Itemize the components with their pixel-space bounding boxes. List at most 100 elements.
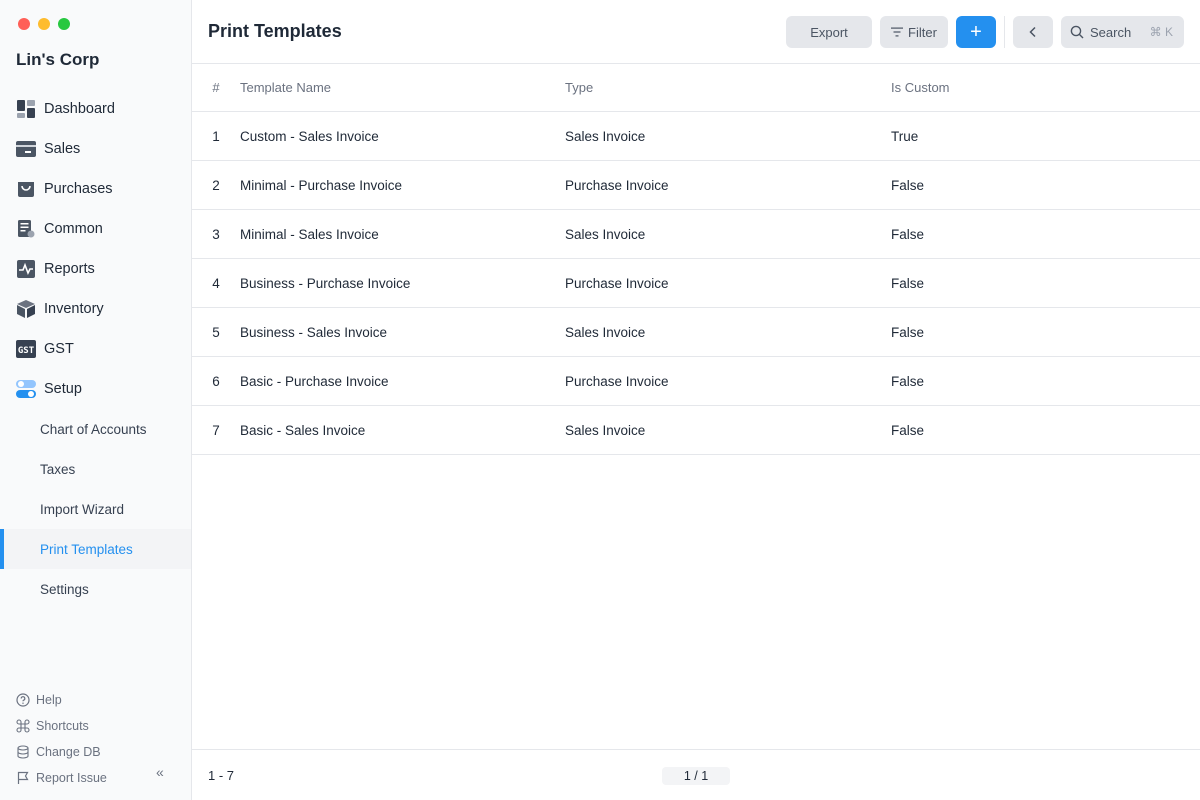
row-index: 2 [212,177,220,193]
filter-label: Filter [908,24,937,40]
table-row[interactable]: 7 Basic - Sales Invoice Sales Invoice Fa… [192,406,1200,455]
row-index: 1 [212,128,220,144]
row-index: 5 [212,324,220,340]
sidebar-item-label: Inventory [44,301,104,317]
is-custom-cell: False [891,177,925,193]
table-row[interactable]: 2 Minimal - Purchase Invoice Purchase In… [192,161,1200,210]
template-name-cell: Business - Sales Invoice [240,324,388,340]
sales-icon [16,139,36,159]
is-custom-cell: False [891,226,925,242]
collapse-sidebar-button[interactable]: « [156,764,164,780]
search-icon [1070,25,1084,39]
is-custom-cell: False [891,275,925,291]
dashboard-icon [16,99,36,119]
sidebar-subitem-label: Taxes [40,461,76,477]
row-index: 3 [212,226,220,242]
help-link[interactable]: Help [16,687,176,713]
type-cell: Purchase Invoice [565,373,669,389]
type-cell: Purchase Invoice [565,275,669,291]
shortcuts-link[interactable]: Shortcuts [16,713,176,739]
sidebar: Lin's Corp Dashboard Sales Purchases Com… [0,0,192,800]
table-row[interactable]: 3 Minimal - Sales Invoice Sales Invoice … [192,210,1200,259]
export-button[interactable]: Export [786,16,872,48]
company-name[interactable]: Lin's Corp [16,50,99,70]
plus-icon: + [970,20,982,43]
page-title: Print Templates [208,21,342,41]
table-row[interactable]: 5 Business - Sales Invoice Sales Invoice… [192,308,1200,357]
sidebar-item-common[interactable]: Common [0,209,191,249]
template-name-cell: Custom - Sales Invoice [240,128,379,144]
change-db-link[interactable]: Change DB [16,739,176,765]
sidebar-item-inventory[interactable]: Inventory [0,289,191,329]
row-index: 6 [212,373,220,389]
sidebar-item-purchases[interactable]: Purchases [0,169,191,209]
table-row[interactable]: 1 Custom - Sales Invoice Sales Invoice T… [192,112,1200,161]
search-button[interactable]: Search ⌘ K [1061,16,1184,48]
is-custom-cell: False [891,373,925,389]
svg-text:GST: GST [18,346,35,356]
sidebar-subitem-label: Import Wizard [40,501,125,517]
sidebar-item-label: Reports [44,261,95,277]
template-name-cell: Minimal - Sales Invoice [240,226,379,242]
setup-icon [16,379,36,399]
add-template-button[interactable]: + [956,16,996,48]
sidebar-item-label: Common [44,221,103,237]
template-name-cell: Basic - Purchase Invoice [240,373,389,389]
column-header-index: # [212,80,220,95]
sidebar-subitem-chart-of-accounts[interactable]: Chart of Accounts [0,409,191,449]
row-index: 4 [212,275,220,291]
sidebar-subitem-label: Settings [40,581,89,597]
sidebar-subitem-taxes[interactable]: Taxes [0,449,191,489]
sidebar-subitem-print-templates[interactable]: Print Templates [0,529,191,569]
table-row[interactable]: 6 Basic - Purchase Invoice Purchase Invo… [192,357,1200,406]
filter-button[interactable]: Filter [880,16,948,48]
sidebar-item-setup[interactable]: Setup [0,369,191,409]
sidebar-item-label: Sales [44,141,81,157]
command-icon [16,719,30,733]
column-header-is-custom: Is Custom [891,80,950,95]
template-name-cell: Minimal - Purchase Invoice [240,177,403,193]
search-shortcut: ⌘ K [1149,25,1173,39]
purchases-icon [16,179,36,199]
page-header: Print Templates Export Filter + Search ⌘… [192,0,1200,64]
sidebar-item-label: GST [44,341,74,357]
sidebar-item-reports[interactable]: Reports [0,249,191,289]
is-custom-cell: False [891,422,925,438]
sidebar-item-label: Dashboard [44,101,115,117]
window-controls [18,18,70,30]
sidebar-subitem-settings[interactable]: Settings [0,569,191,609]
report-issue-label: Report Issue [36,771,107,785]
reports-icon [16,259,36,279]
help-icon [16,693,30,707]
inventory-icon [16,299,36,319]
back-button[interactable] [1013,16,1053,48]
close-window-button[interactable] [18,18,30,30]
database-icon [16,745,30,759]
common-icon [16,219,36,239]
sidebar-item-sales[interactable]: Sales [0,129,191,169]
page-indicator[interactable]: 1 / 1 [662,767,730,785]
search-label: Search [1090,24,1132,40]
sidebar-subitem-import-wizard[interactable]: Import Wizard [0,489,191,529]
sidebar-footer: Help Shortcuts Change DB Report Issue [16,687,176,791]
sidebar-item-label: Purchases [44,181,113,197]
header-divider [1004,16,1005,48]
type-cell: Sales Invoice [565,422,646,438]
column-header-template-name: Template Name [240,80,332,95]
minimize-window-button[interactable] [38,18,50,30]
table-row[interactable]: 4 Business - Purchase Invoice Purchase I… [192,259,1200,308]
chevron-left-icon [1028,26,1038,38]
table-header: # Template Name Type Is Custom [192,64,1200,112]
shortcuts-label: Shortcuts [36,719,89,733]
pagination-bar: 1 - 7 1 / 1 [192,749,1200,800]
sidebar-subitem-label: Print Templates [40,541,133,557]
template-name-cell: Business - Purchase Invoice [240,275,411,291]
type-cell: Sales Invoice [565,226,646,242]
row-index: 7 [212,422,220,438]
sidebar-subitem-label: Chart of Accounts [40,421,147,437]
record-count: 1 - 7 [208,768,235,783]
report-issue-link[interactable]: Report Issue [16,765,176,791]
sidebar-item-gst[interactable]: GST GST [0,329,191,369]
sidebar-item-dashboard[interactable]: Dashboard [0,89,191,129]
maximize-window-button[interactable] [58,18,70,30]
